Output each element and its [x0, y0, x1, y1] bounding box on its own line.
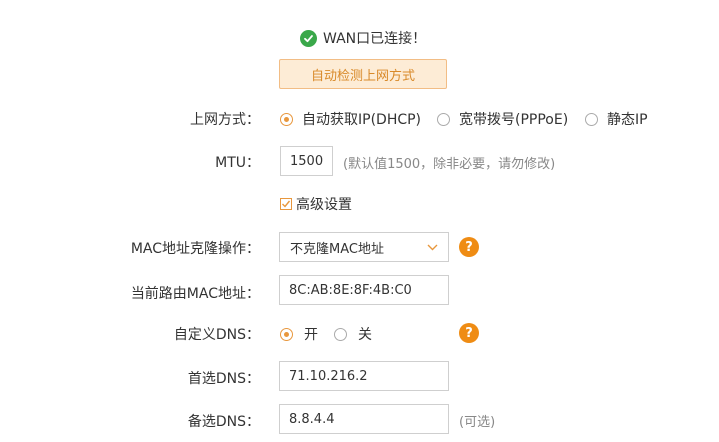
wan-status: WAN口已连接！	[300, 28, 426, 48]
wan-status-text: WAN口已连接！	[323, 31, 427, 47]
mtu-input[interactable]	[280, 146, 333, 176]
mac-clone-select[interactable]: 不克隆MAC地址	[279, 232, 449, 262]
connection-type-pppoe: 宽带拨号(PPPoE)	[437, 109, 568, 129]
secondary-dns-input[interactable]	[279, 404, 449, 434]
check-circle-icon	[300, 29, 317, 47]
custom-dns-off: 关	[334, 324, 372, 344]
secondary-dns-hint: (可选)	[459, 415, 496, 430]
advanced-settings-checkbox[interactable]	[280, 198, 292, 210]
connection-type-label: 上网方式：	[190, 112, 260, 128]
radio-static-ip[interactable]	[585, 112, 598, 126]
radio-static-ip-label[interactable]: 静态IP	[607, 109, 648, 129]
radio-dns-on-label[interactable]: 开	[304, 324, 318, 344]
radio-dns-off[interactable]	[334, 327, 347, 341]
custom-dns-label: 自定义DNS：	[173, 327, 260, 343]
radio-dns-on[interactable]	[280, 327, 293, 341]
current-mac-label: 当前路由MAC地址：	[130, 286, 260, 302]
mtu-label: MTU：	[215, 155, 260, 171]
primary-dns-label: 首选DNS：	[187, 371, 260, 387]
radio-pppoe-label[interactable]: 宽带拨号(PPPoE)	[459, 109, 568, 129]
secondary-dns-label: 备选DNS：	[187, 414, 260, 430]
mtu-hint: (默认值1500，除非必要，请勿修改)	[343, 157, 556, 172]
advanced-settings-label[interactable]: 高级设置	[296, 194, 352, 214]
radio-pppoe[interactable]	[437, 112, 450, 126]
connection-type-group: 自动获取IP(DHCP)	[280, 109, 421, 129]
chevron-down-icon	[427, 239, 438, 255]
radio-dhcp-label[interactable]: 自动获取IP(DHCP)	[302, 109, 421, 129]
current-mac-input[interactable]	[279, 275, 449, 305]
primary-dns-input[interactable]	[279, 361, 449, 391]
radio-dhcp[interactable]	[280, 112, 293, 126]
custom-dns-help-icon[interactable]: ?	[459, 323, 479, 343]
mac-clone-selected: 不克隆MAC地址	[290, 241, 384, 257]
connection-type-static: 静态IP	[585, 109, 648, 129]
mac-clone-label: MAC地址克隆操作：	[130, 241, 260, 257]
custom-dns-on: 开	[280, 324, 318, 344]
mac-clone-help-icon[interactable]: ?	[459, 237, 479, 257]
advanced-settings: 高级设置	[280, 194, 352, 214]
radio-dns-off-label[interactable]: 关	[358, 324, 372, 344]
auto-detect-button[interactable]: 自动检测上网方式	[279, 59, 447, 89]
